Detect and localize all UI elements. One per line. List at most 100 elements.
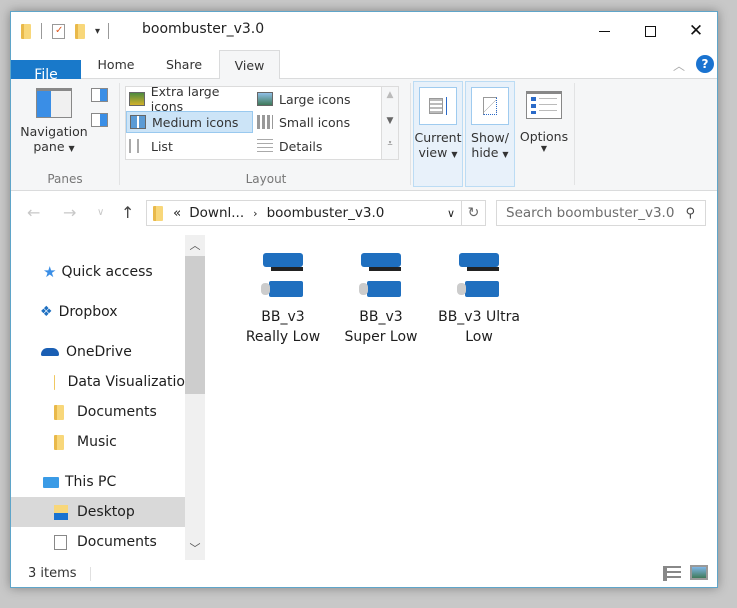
nav-item-onedrive[interactable]: OneDrive	[11, 337, 185, 367]
search-input[interactable]: Search boombuster_v3.0 ⚲	[496, 200, 706, 226]
nav-item-label: Quick access	[61, 264, 153, 280]
group-separator	[574, 83, 575, 185]
nav-item-desktop[interactable]: Desktop	[11, 497, 185, 527]
preview-pane-icon	[100, 89, 107, 101]
boombuster-thumbnail-icon	[453, 245, 505, 305]
close-button[interactable]: ✕	[673, 12, 717, 50]
tab-share[interactable]: Share	[153, 50, 215, 79]
title-bar: ✓ ▾ boombuster_v3.0 ✕	[11, 12, 717, 50]
medium-icons-icon	[130, 115, 146, 129]
nav-item-label: Music	[77, 434, 117, 450]
address-bar[interactable]: « Downl... › boombuster_v3.0 ∨ ↻	[146, 200, 486, 226]
options-label: Options	[519, 129, 569, 144]
folder-icon[interactable]	[21, 23, 31, 39]
status-bar: 3 items	[11, 560, 717, 587]
address-dropdown-icon[interactable]: ∨	[447, 207, 455, 220]
breadcrumb-current[interactable]: boombuster_v3.0	[267, 205, 385, 221]
gallery-expand-icon[interactable]: ⩡	[382, 139, 398, 149]
navigation-pane-label-2: pane ▼	[33, 139, 75, 154]
layout-details[interactable]: Details	[254, 135, 380, 157]
details-view-button[interactable]	[663, 566, 681, 581]
group-label-layout: Layout	[245, 172, 287, 186]
layout-label: Large icons	[279, 91, 351, 107]
tab-home[interactable]: Home	[85, 50, 147, 79]
scroll-up-icon[interactable]: ︿	[185, 237, 205, 253]
nav-item-documents[interactable]: Documents	[11, 527, 185, 557]
nav-item-dropbox[interactable]: ❖ Dropbox	[11, 297, 185, 327]
help-icon[interactable]: ?	[696, 55, 714, 73]
breadcrumb-downloads[interactable]: Downl...	[189, 205, 244, 221]
nav-item-data-visualization[interactable]: Data Visualizatio	[11, 367, 185, 397]
large-icons-icon	[257, 92, 273, 106]
options-icon	[526, 91, 562, 119]
nav-item-onedrive-documents[interactable]: Documents	[11, 397, 185, 427]
layout-extra-large-icons[interactable]: Extra large icons	[126, 84, 254, 114]
nav-item-label: Dropbox	[58, 304, 118, 320]
file-item[interactable]: BB_v3 Ultra Low	[435, 245, 523, 347]
file-item[interactable]: BB_v3 Really Low	[239, 245, 327, 347]
scrollbar-thumb[interactable]	[185, 256, 205, 394]
file-name-line2: Super Low	[344, 329, 418, 345]
minimize-icon	[598, 30, 610, 32]
navigation-pane: ★ Quick access ❖ Dropbox OneDrive Data V…	[11, 235, 206, 560]
group-separator	[410, 83, 411, 185]
options-dropdown-icon: ▼	[540, 144, 548, 153]
up-button[interactable]: ↑	[121, 203, 134, 222]
forward-button[interactable]: →	[63, 203, 76, 222]
file-name-line2: Low	[465, 329, 493, 345]
folder-icon	[54, 434, 64, 450]
close-icon: ✕	[688, 21, 704, 41]
gallery-scroll-up-icon[interactable]: ▲	[382, 90, 398, 100]
gallery-scroll-down-icon[interactable]: ▼	[382, 116, 398, 126]
navigation-pane-label: Navigation	[20, 124, 88, 139]
customize-dropdown-icon[interactable]: ▾	[95, 26, 100, 37]
layout-label: List	[151, 138, 173, 154]
layout-label: Extra large icons	[150, 84, 220, 114]
refresh-button[interactable]: ↻	[461, 201, 485, 225]
layout-small-icons[interactable]: Small icons	[254, 111, 380, 133]
options-button[interactable]: Options ▼	[517, 81, 571, 187]
preview-pane-button[interactable]	[91, 88, 108, 102]
tab-label: Share	[165, 57, 203, 72]
layout-label: Details	[279, 138, 323, 154]
boombuster-thumbnail-icon	[355, 245, 407, 305]
current-view-label: Current	[414, 130, 462, 145]
minimize-button[interactable]	[581, 12, 627, 50]
ribbon-tabs: File Home Share View ︿ ?	[11, 50, 717, 89]
layout-label: Small icons	[279, 114, 351, 130]
layout-list[interactable]: List	[126, 135, 254, 157]
nav-item-this-pc[interactable]: This PC	[11, 467, 185, 497]
maximize-button[interactable]	[627, 12, 673, 50]
show-hide-icon	[471, 87, 509, 125]
details-pane-button[interactable]	[91, 113, 108, 127]
search-icon[interactable]: ⚲	[685, 206, 695, 221]
file-item[interactable]: BB_v3 Super Low	[337, 245, 425, 347]
current-view-icon	[419, 87, 457, 125]
show-hide-button[interactable]: Show/ hide ▼	[465, 81, 515, 187]
ribbon-view: Navigation pane ▼ Panes Extra large icon…	[11, 79, 717, 191]
nav-item-label: Desktop	[77, 504, 135, 520]
desktop-folder-icon	[54, 504, 68, 520]
new-folder-icon[interactable]	[75, 23, 85, 39]
show-hide-label: Show/	[471, 130, 509, 145]
nav-item-music[interactable]: Music	[11, 427, 185, 457]
address-overflow[interactable]: «	[173, 205, 181, 221]
status-separator	[89, 566, 91, 581]
scroll-down-icon[interactable]: ﹀	[185, 540, 205, 556]
back-button[interactable]: ←	[27, 203, 40, 222]
current-view-button[interactable]: Current view ▼	[413, 81, 463, 187]
large-icons-view-button[interactable]	[690, 565, 708, 580]
navigation-pane-scrollbar[interactable]: ︿ ﹀	[185, 235, 205, 560]
breadcrumb-separator-icon[interactable]: ›	[253, 207, 257, 220]
collapse-ribbon-icon[interactable]: ︿	[673, 57, 685, 74]
recent-locations-icon[interactable]: ∨	[97, 207, 104, 218]
layout-large-icons[interactable]: Large icons	[254, 88, 380, 110]
small-icons-icon	[257, 115, 273, 129]
tab-view[interactable]: View	[219, 50, 280, 80]
nav-item-quick-access[interactable]: ★ Quick access	[11, 257, 185, 287]
tab-label: View	[234, 58, 265, 73]
layout-medium-icons[interactable]: Medium icons	[126, 111, 253, 133]
properties-icon[interactable]: ✓	[52, 23, 65, 39]
folder-icon	[153, 205, 163, 221]
separator	[108, 23, 110, 39]
